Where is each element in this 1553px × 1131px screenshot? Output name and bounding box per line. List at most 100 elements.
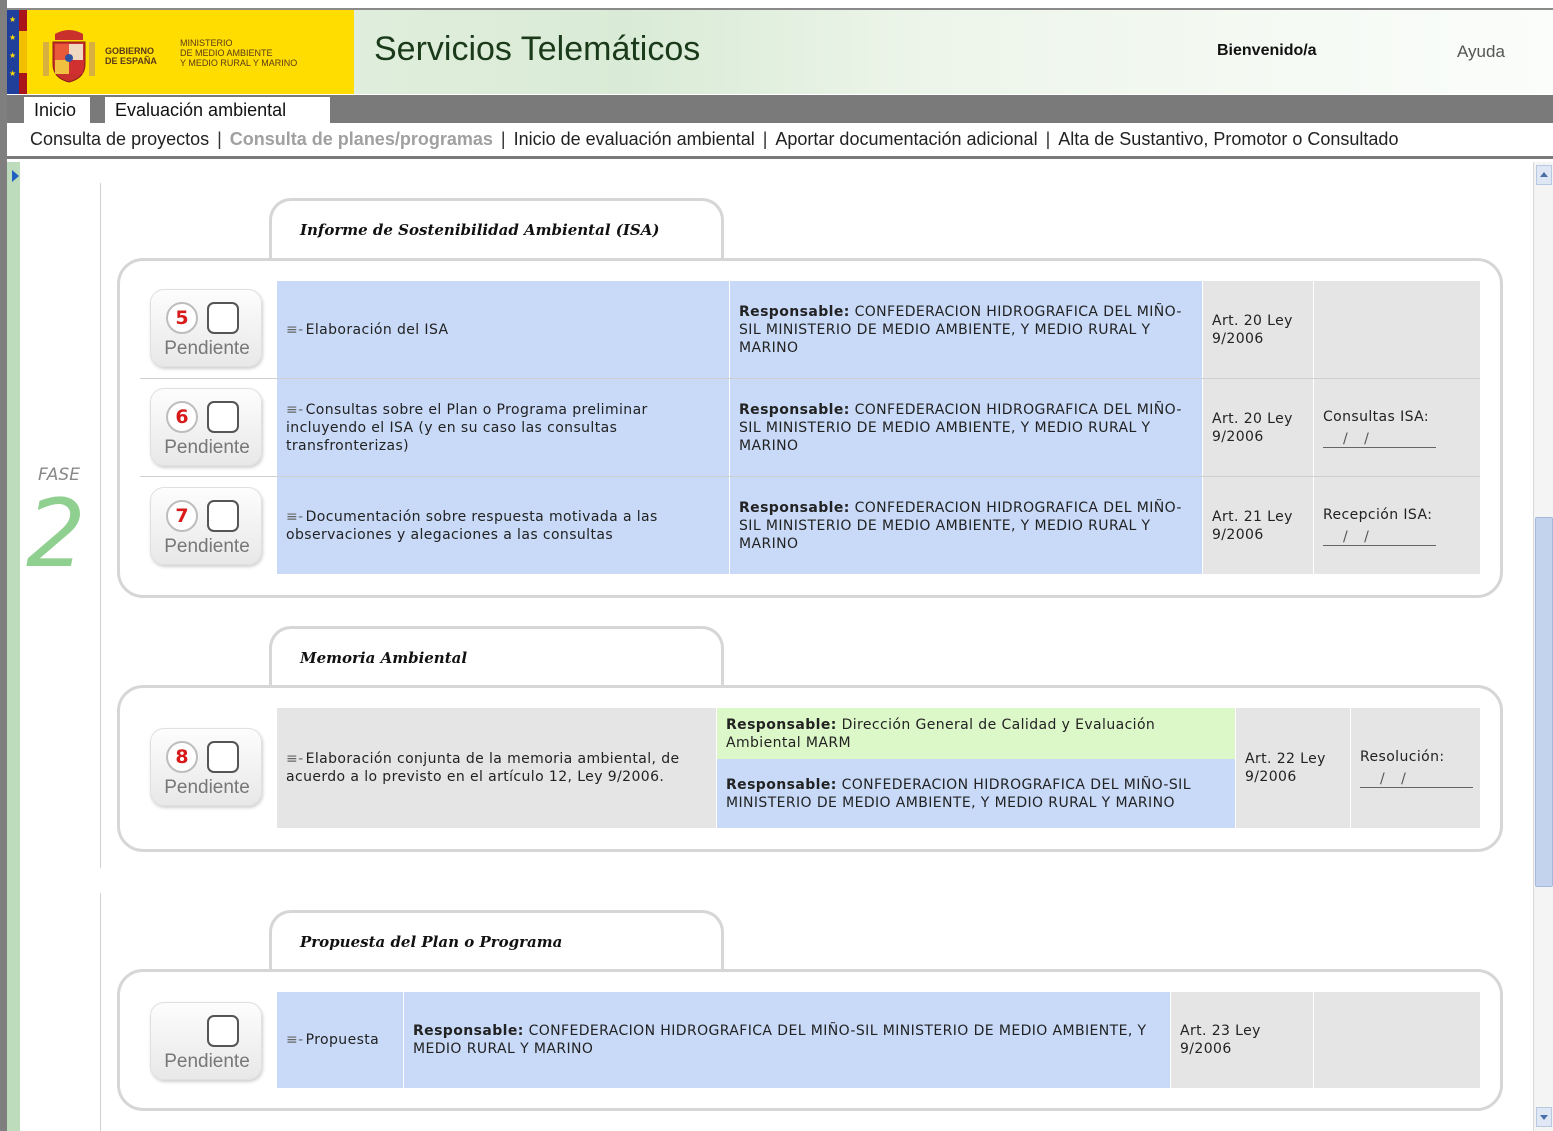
date-cell: Recepción ISA: / /: [1313, 477, 1480, 574]
subnav-separator: |: [217, 129, 222, 149]
tab-evaluacion-ambiental[interactable]: Evaluación ambiental: [105, 97, 330, 123]
main-nav: Inicio Evaluación ambiental: [7, 95, 1553, 123]
task-description: Documentación sobre respuesta motivada a…: [286, 508, 658, 543]
law-article-cell: Art. 20 Ley 9/2006: [1202, 379, 1313, 476]
government-logo: ★ ★ ★ ★ GOBIERNO DE ESPAÑA MINISTERIO DE…: [7, 10, 354, 94]
phase-divider: [100, 183, 101, 868]
eu-flag: ★ ★ ★ ★: [7, 10, 19, 94]
task-cell: ≡- Elaboración del ISA: [277, 281, 729, 378]
task-description: Elaboración conjunta de la memoria ambie…: [286, 751, 680, 785]
responsible-label: Responsable:: [726, 716, 837, 733]
scroll-up-arrow-icon[interactable]: [1536, 165, 1552, 185]
law-article-cell: Art. 21 Ley 9/2006: [1202, 477, 1313, 574]
header: ★ ★ ★ ★ GOBIERNO DE ESPAÑA MINISTERIO DE…: [7, 8, 1553, 94]
subnav-consulta-planes[interactable]: Consulta de planes/programas: [230, 129, 493, 149]
responsible-cell: Responsable: CONFEDERACION HIDROGRAFICA …: [729, 477, 1202, 574]
step-status-button[interactable]: 8 Pendiente: [150, 728, 262, 806]
date-cell: [1313, 281, 1480, 378]
section-tab-memoria: Memoria Ambiental: [269, 626, 724, 690]
step-status-button[interactable]: Pendiente: [150, 1002, 262, 1080]
law-article-cell: Art. 20 Ley 9/2006: [1202, 281, 1313, 378]
date-cell: Resolución: / /: [1350, 708, 1480, 828]
task-cell: ≡- Consultas sobre el Plan o Programa pre…: [277, 379, 729, 476]
date-cell: [1313, 992, 1480, 1088]
section-title: Informe de Sostenibilidad Ambiental (ISA…: [300, 221, 660, 239]
date-label: Resolución:: [1360, 749, 1445, 765]
expand-arrow-icon[interactable]: [12, 170, 19, 182]
section-title: Memoria Ambiental: [300, 649, 468, 667]
subnav-separator: |: [1045, 129, 1051, 149]
task-cell: ≡- Propuesta: [277, 992, 403, 1088]
help-link[interactable]: Ayuda: [1457, 42, 1505, 62]
coat-of-arms-icon: [43, 30, 95, 83]
step-number: 5: [166, 302, 198, 334]
responsible-label: Responsable:: [739, 499, 850, 516]
responsible-cell: Responsable: CONFEDERACION HIDROGRAFICA …: [403, 992, 1170, 1088]
task-description: Consultas sobre el Plan o Programa preli…: [286, 401, 648, 454]
responsible-label: Responsable:: [739, 401, 850, 418]
step-status-text: Pendiente: [164, 437, 250, 458]
scroll-down-arrow-icon[interactable]: [1536, 1107, 1552, 1127]
task-cell: ≡- Elaboración conjunta de la memoria amb…: [277, 708, 716, 828]
step-status-button[interactable]: 6 Pendiente: [150, 388, 262, 466]
task-bullet-icon: ≡-: [286, 1032, 304, 1048]
welcome-text: Bienvenido/a: [1217, 42, 1317, 59]
step-status-text: Pendiente: [164, 1051, 250, 1072]
scrollbar-thumb[interactable]: [1535, 517, 1553, 887]
sub-nav: Consulta de proyectos | Consulta de planes…: [7, 123, 1553, 159]
step-number: 6: [166, 401, 198, 433]
task-description: Propuesta: [305, 1032, 380, 1048]
phase-number: 2: [26, 480, 86, 589]
section-tab-propuesta: Propuesta del Plan o Programa: [269, 910, 724, 974]
subnav-aportar-documentacion[interactable]: Aportar documentación adicional: [775, 129, 1037, 149]
date-field[interactable]: / /: [1360, 770, 1473, 788]
task-bullet-icon: ≡-: [286, 321, 304, 338]
responsible-cell: Responsable: Dirección General de Calida…: [716, 708, 1235, 759]
task-bullet-icon: ≡-: [286, 401, 304, 418]
step-status-button[interactable]: 7 Pendiente: [150, 487, 262, 565]
responsible-cell: Responsable: CONFEDERACION HIDROGRAFICA …: [716, 759, 1235, 828]
step-checkbox[interactable]: [207, 1015, 239, 1047]
step-status-button[interactable]: 5 Pendiente: [150, 289, 262, 367]
responsible-label: Responsable:: [413, 1023, 524, 1039]
date-cell: Consultas ISA: / /: [1313, 379, 1480, 476]
law-article-cell: Art. 22 Ley 9/2006: [1235, 708, 1350, 828]
step-checkbox[interactable]: [207, 401, 239, 433]
responsible-cell: Responsable: CONFEDERACION HIDROGRAFICA …: [729, 281, 1202, 378]
left-green-stripe: [7, 162, 20, 1131]
step-number: 8: [166, 741, 198, 773]
section-title: Propuesta del Plan o Programa: [300, 933, 563, 951]
subnav-separator: |: [500, 129, 506, 149]
step-checkbox[interactable]: [207, 302, 239, 334]
vertical-scrollbar[interactable]: [1533, 162, 1553, 1131]
law-article-cell: Art. 23 Ley 9/2006: [1170, 992, 1313, 1088]
gobierno-text: GOBIERNO DE ESPAÑA: [105, 46, 157, 66]
subnav-separator: |: [762, 129, 768, 149]
app-title: Servicios Telemáticos: [374, 30, 701, 68]
step-status-text: Pendiente: [164, 777, 250, 798]
step-checkbox[interactable]: [207, 741, 239, 773]
subnav-consulta-proyectos[interactable]: Consulta de proyectos: [30, 129, 209, 149]
date-label: Recepción ISA:: [1323, 506, 1433, 523]
step-status-text: Pendiente: [164, 536, 250, 557]
phase-divider: [100, 893, 101, 1131]
task-bullet-icon: ≡-: [286, 751, 304, 767]
subnav-alta-sustantivo[interactable]: Alta de Sustantivo, Promotor o Consultad…: [1058, 129, 1398, 149]
responsible-value: CONFEDERACION HIDROGRAFICA DEL MIÑO-SIL …: [413, 1023, 1147, 1057]
tab-inicio[interactable]: Inicio: [24, 97, 90, 123]
ministerio-text: MINISTERIO DE MEDIO AMBIENTE Y MEDIO RUR…: [180, 38, 298, 68]
step-checkbox[interactable]: [207, 500, 239, 532]
task-cell: ≡- Documentación sobre respuesta motivada…: [277, 477, 729, 574]
date-field[interactable]: / /: [1323, 430, 1436, 448]
date-field[interactable]: / /: [1323, 528, 1436, 546]
subnav-inicio-evaluacion[interactable]: Inicio de evaluación ambiental: [514, 129, 755, 149]
section-tab-isa: Informe de Sostenibilidad Ambiental (ISA…: [269, 198, 724, 262]
step-number: 7: [166, 500, 198, 532]
task-description: Elaboración del ISA: [305, 321, 449, 338]
step-status-text: Pendiente: [164, 338, 250, 359]
responsible-label: Responsable:: [726, 776, 837, 793]
task-bullet-icon: ≡-: [286, 508, 304, 525]
responsible-cell: Responsable: CONFEDERACION HIDROGRAFICA …: [729, 379, 1202, 476]
left-rail: [0, 0, 7, 1131]
responsible-label: Responsable:: [739, 303, 850, 320]
